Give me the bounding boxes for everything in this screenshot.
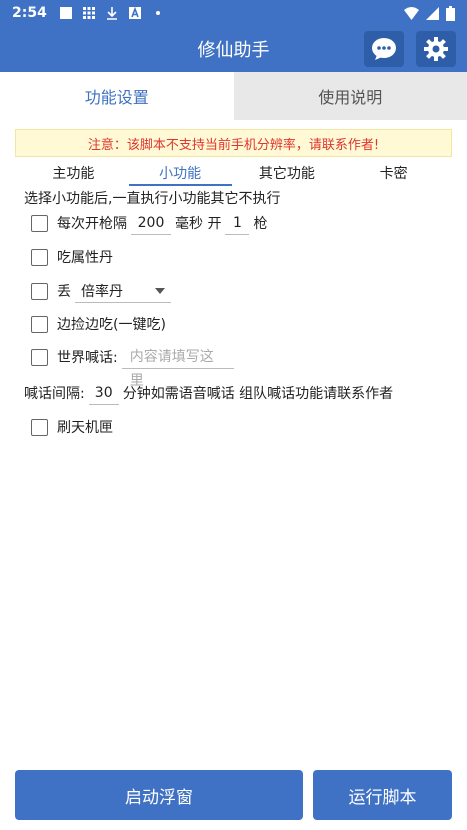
- chat-icon: [372, 38, 396, 60]
- settings-button[interactable]: [416, 31, 456, 67]
- fire-label-c: 枪: [253, 216, 268, 232]
- pickup-option: 边捡边吃(一键吃): [31, 311, 166, 337]
- drop-option: 丢 倍率丹: [31, 278, 171, 304]
- tab-function-settings[interactable]: 功能设置: [0, 72, 234, 120]
- wifi-icon: [404, 6, 419, 20]
- fire-label-a: 每次开枪隔: [57, 216, 127, 232]
- app-bar: 修仙助手: [0, 26, 467, 72]
- start-float-window-button[interactable]: 启动浮窗: [15, 770, 303, 820]
- fire-label-b: 毫秒 开: [175, 216, 222, 232]
- subtab-card-key[interactable]: 卡密: [340, 160, 447, 186]
- shout-label: 世界喊话:: [57, 350, 118, 366]
- drop-item-select[interactable]: 倍率丹: [75, 279, 171, 303]
- shout-interval-row: 喊话间隔: 30 分钟如需语音喊话 组队喊话功能请联系作者: [24, 380, 393, 406]
- fire-option: 每次开枪隔 200 毫秒 开 1 枪: [31, 210, 267, 236]
- shout-content-input[interactable]: 内容请填写这里: [121, 345, 234, 389]
- subtab-small[interactable]: 小功能: [127, 160, 234, 186]
- box-label: 刷天机匣: [57, 420, 113, 436]
- shout-interval-note: 分钟如需语音喊话 组队喊话功能请联系作者: [122, 386, 394, 402]
- square-icon: [59, 7, 72, 19]
- shout-checkbox[interactable]: [31, 348, 48, 366]
- pickup-label: 边捡边吃(一键吃): [57, 317, 166, 333]
- fire-checkbox[interactable]: [31, 214, 48, 232]
- shout-interval-label: 喊话间隔:: [24, 386, 85, 402]
- shout-option: 世界喊话: 内容请填写这里: [31, 344, 234, 389]
- run-script-button[interactable]: 运行脚本: [313, 770, 452, 820]
- status-bar: 2:54: [0, 0, 467, 26]
- signal-icon: [426, 6, 439, 20]
- fire-interval-input[interactable]: 200: [131, 211, 171, 235]
- resolution-warning: 注意：该脚本不支持当前手机分辨率，请联系作者!: [15, 129, 452, 157]
- subtab-main[interactable]: 主功能: [20, 160, 127, 186]
- status-time: 2:54: [12, 5, 47, 21]
- main-tabs: 功能设置 使用说明: [0, 72, 467, 120]
- dropdown-arrow-icon: [155, 287, 165, 294]
- a-icon: [128, 6, 141, 19]
- chat-button[interactable]: [364, 31, 404, 67]
- drop-checkbox[interactable]: [31, 282, 48, 300]
- eat-pill-option: 吃属性丹: [31, 244, 113, 270]
- pickup-checkbox[interactable]: [31, 315, 48, 333]
- sub-tabs: 主功能 小功能 其它功能 卡密: [20, 160, 447, 186]
- box-option: 刷天机匣: [31, 414, 113, 440]
- dot-icon: [155, 11, 160, 15]
- fire-count-input[interactable]: 1: [225, 211, 250, 235]
- drop-label: 丢: [57, 284, 71, 300]
- description: 选择小功能后,一直执行小功能其它不执行: [24, 191, 281, 207]
- app-title: 修仙助手: [197, 40, 270, 61]
- subtab-other[interactable]: 其它功能: [234, 160, 341, 186]
- shout-interval-input[interactable]: 30: [88, 381, 119, 405]
- box-checkbox[interactable]: [31, 418, 48, 436]
- gear-icon: [424, 37, 448, 61]
- eat-pill-checkbox[interactable]: [31, 248, 48, 266]
- drop-item-value: 倍率丹: [81, 283, 123, 300]
- grid-icon: [82, 7, 95, 19]
- download-icon: [106, 7, 117, 20]
- battery-icon: [446, 5, 455, 21]
- eat-pill-label: 吃属性丹: [57, 250, 113, 266]
- tab-instructions[interactable]: 使用说明: [233, 72, 467, 120]
